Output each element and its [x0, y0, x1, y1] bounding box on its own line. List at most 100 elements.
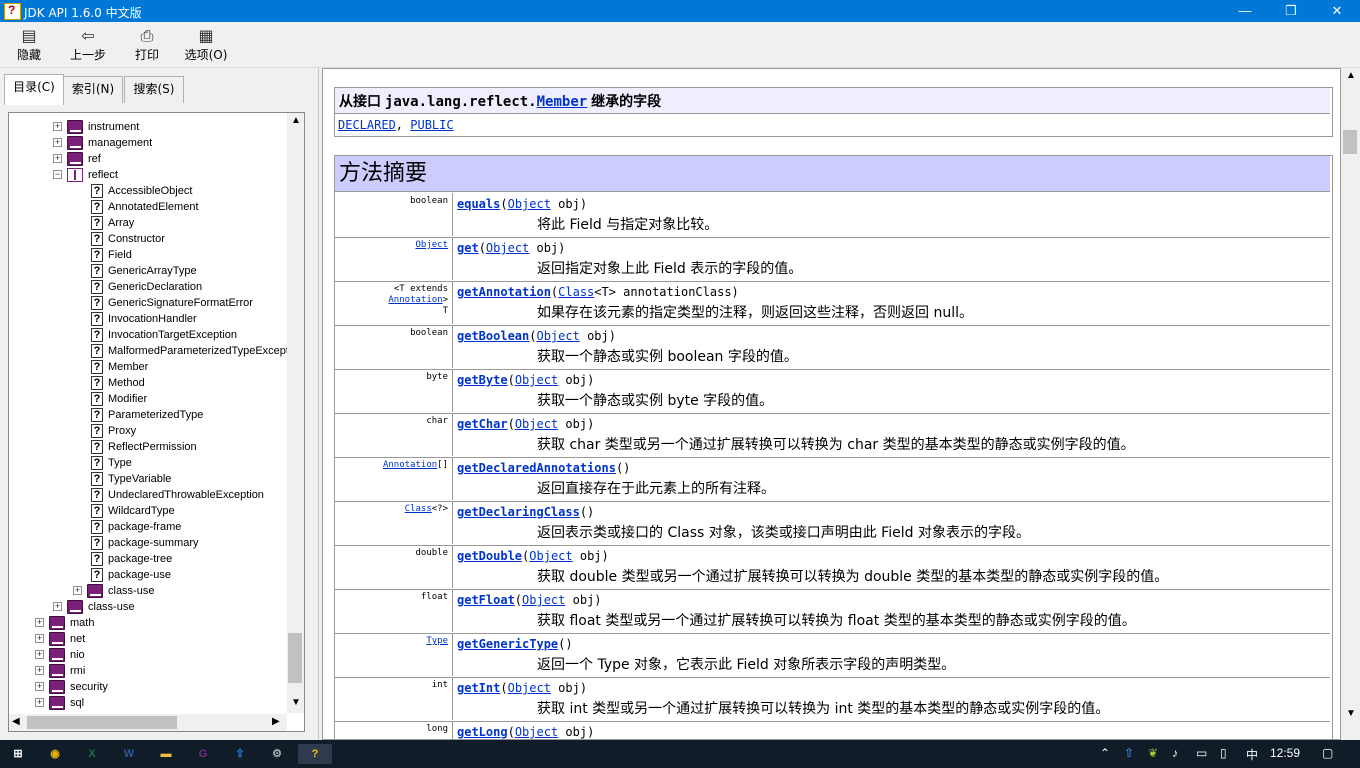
method-name-link[interactable]: getInt: [457, 681, 500, 695]
tree-item-instrument[interactable]: + instrument: [9, 119, 289, 135]
hide-button[interactable]: ▤ 隐藏: [6, 24, 52, 66]
expand-icon[interactable]: +: [73, 586, 82, 595]
content-scroll-up-icon[interactable]: ▲: [1346, 70, 1356, 81]
tree-item-class[interactable]: ? package-use: [9, 567, 289, 583]
contents-tree[interactable]: + instrument + management + ref − reflect? Acces…: [8, 112, 305, 732]
minimize-button[interactable]: —: [1222, 0, 1268, 22]
expand-icon[interactable]: +: [35, 634, 44, 643]
tree-item-ref[interactable]: + ref: [9, 151, 289, 167]
tree-item-class[interactable]: ? GenericArrayType: [9, 263, 289, 279]
app-g-icon[interactable]: G: [193, 744, 213, 764]
title-bar[interactable]: JDK API 1.6.0 中文版 — ❐ ✕: [0, 0, 1360, 22]
param-type-link[interactable]: Object: [522, 593, 565, 607]
param-type-link[interactable]: Object: [508, 197, 551, 211]
return-type-link[interactable]: Annotation: [383, 460, 437, 470]
method-name-link[interactable]: getGenericType: [457, 637, 558, 651]
method-name-link[interactable]: get: [457, 241, 479, 255]
tree-item-class[interactable]: ? package-frame: [9, 519, 289, 535]
tray-butterfly-icon[interactable]: ❦: [1148, 746, 1158, 760]
file-explorer-icon[interactable]: ▬: [156, 744, 176, 764]
back-button[interactable]: ⇦ 上一步: [62, 24, 114, 66]
tree-item-nio[interactable]: + nio: [9, 647, 289, 663]
network-icon[interactable]: ▭: [1196, 746, 1207, 760]
scroll-down-icon[interactable]: ▼: [291, 697, 301, 708]
param-type-link[interactable]: Object: [529, 549, 572, 563]
tree-item-class[interactable]: ? package-summary: [9, 535, 289, 551]
tree-vertical-scrollbar[interactable]: ▲ ▼: [287, 113, 304, 713]
print-button[interactable]: ⎙ 打印: [124, 24, 170, 66]
tree-vscroll-thumb[interactable]: [288, 633, 302, 683]
tree-item-class[interactable]: ? Modifier: [9, 391, 289, 407]
tree-item-class[interactable]: ? ParameterizedType: [9, 407, 289, 423]
tree-item-class[interactable]: ? GenericSignatureFormatError: [9, 295, 289, 311]
clock[interactable]: 12:59: [1270, 746, 1300, 760]
tree-hscroll-thumb[interactable]: [27, 716, 177, 729]
method-name-link[interactable]: getChar: [457, 417, 508, 431]
member-interface-link[interactable]: Member: [537, 94, 588, 110]
collapse-icon[interactable]: −: [53, 170, 62, 179]
tree-item-sql[interactable]: + sql: [9, 695, 289, 711]
param-type-link[interactable]: Object: [515, 373, 558, 387]
tree-item-math[interactable]: + math: [9, 615, 289, 631]
maximize-button[interactable]: ❐: [1268, 0, 1314, 22]
expand-icon[interactable]: +: [35, 666, 44, 675]
excel-icon[interactable]: X: [82, 744, 102, 764]
return-type-link[interactable]: Class: [405, 504, 432, 514]
expand-icon[interactable]: +: [53, 602, 62, 611]
tree-item-class[interactable]: ? TypeVariable: [9, 471, 289, 487]
tray-chevron-icon[interactable]: ⌃: [1100, 746, 1110, 760]
tree-item-rmi[interactable]: + rmi: [9, 663, 289, 679]
method-name-link[interactable]: equals: [457, 197, 500, 211]
return-type-link[interactable]: Object: [415, 240, 448, 250]
tree-item-class[interactable]: ? AnnotatedElement: [9, 199, 289, 215]
notification-flag-icon[interactable]: ▯: [1220, 746, 1227, 760]
close-button[interactable]: ✕: [1314, 0, 1360, 22]
tab-contents[interactable]: 目录(C): [4, 74, 64, 105]
tree-item-net[interactable]: + net: [9, 631, 289, 647]
param-type-link[interactable]: Object: [508, 681, 551, 695]
param-type-link[interactable]: Object: [515, 417, 558, 431]
options-button[interactable]: ▦ 选项(O): [180, 24, 232, 66]
scroll-left-icon[interactable]: ◀: [12, 716, 20, 727]
windows-start-icon[interactable]: ⊞: [8, 744, 28, 764]
tree-item-class[interactable]: ? Member: [9, 359, 289, 375]
method-name-link[interactable]: getLong: [457, 725, 508, 739]
content-vscroll-thumb[interactable]: [1343, 130, 1357, 154]
tree-item-reflect[interactable]: − reflect: [9, 167, 289, 183]
scroll-up-icon[interactable]: ▲: [291, 115, 301, 126]
method-name-link[interactable]: getDeclaredAnnotations: [457, 461, 616, 475]
public-field-link[interactable]: PUBLIC: [410, 118, 453, 132]
help-viewer-icon[interactable]: ?: [298, 744, 332, 764]
tree-item-class[interactable]: ? InvocationHandler: [9, 311, 289, 327]
tab-index[interactable]: 索引(N): [63, 76, 123, 103]
tree-item-class[interactable]: ? package-tree: [9, 551, 289, 567]
tree-item-class[interactable]: ? AccessibleObject: [9, 183, 289, 199]
content-vertical-scrollbar[interactable]: ▲ ▼: [1341, 68, 1360, 740]
content-scroll-down-icon[interactable]: ▼: [1346, 708, 1356, 719]
tree-item-class[interactable]: ? GenericDeclaration: [9, 279, 289, 295]
chrome-icon[interactable]: ◉: [45, 744, 65, 764]
tree-item-class[interactable]: ? Proxy: [9, 423, 289, 439]
tree-item-class[interactable]: ? InvocationTargetException: [9, 327, 289, 343]
ime-indicator[interactable]: 中: [1246, 746, 1258, 763]
return-type-link[interactable]: Annotation: [388, 295, 442, 305]
tree-item-class[interactable]: ? UndeclaredThrowableException: [9, 487, 289, 503]
expand-icon[interactable]: +: [53, 122, 62, 131]
expand-icon[interactable]: +: [35, 698, 44, 707]
volume-icon[interactable]: ♪: [1172, 746, 1178, 760]
tree-item-class[interactable]: ? MalformedParameterizedTypeExcepti: [9, 343, 291, 359]
method-name-link[interactable]: getByte: [457, 373, 508, 387]
param-type-link[interactable]: Object: [486, 241, 529, 255]
method-name-link[interactable]: getDouble: [457, 549, 522, 563]
expand-icon[interactable]: +: [53, 138, 62, 147]
expand-icon[interactable]: +: [35, 682, 44, 691]
tree-item-class[interactable]: ? Array: [9, 215, 289, 231]
tray-upload-icon[interactable]: ⇧: [1124, 746, 1134, 760]
upload-app-icon[interactable]: ⇧: [230, 744, 250, 764]
settings-app-icon[interactable]: ⚙: [267, 744, 287, 764]
tree-item-class[interactable]: ? Method: [9, 375, 289, 391]
word-icon[interactable]: W: [119, 744, 139, 764]
tree-item-management[interactable]: + management: [9, 135, 289, 151]
action-center-icon[interactable]: ▢: [1322, 746, 1333, 760]
scroll-right-icon[interactable]: ▶: [272, 716, 280, 727]
